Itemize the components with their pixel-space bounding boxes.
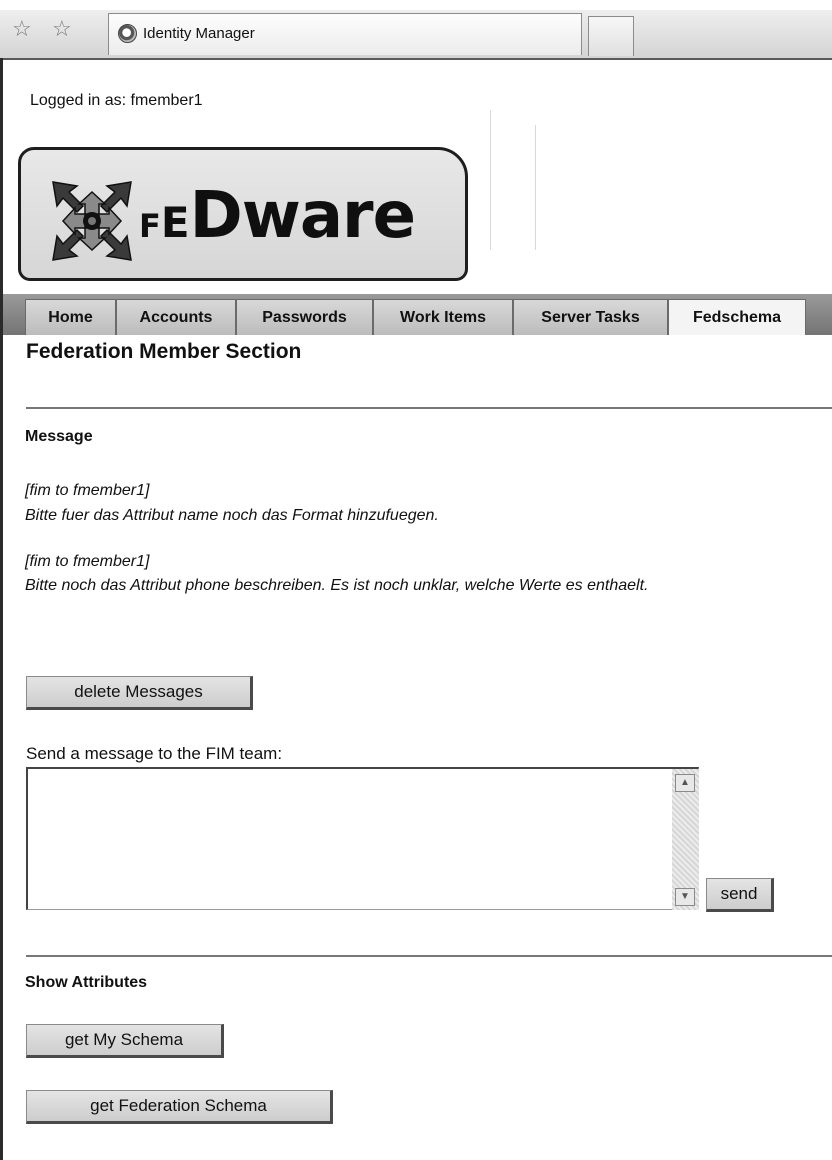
- page-title: Federation Member Section: [26, 340, 302, 363]
- logo-arrows-icon: [52, 181, 132, 261]
- tab-accounts[interactable]: Accounts: [116, 299, 236, 335]
- logged-in-text: Logged in as: fmember1: [30, 92, 203, 109]
- tab-title: Identity Manager: [143, 25, 255, 42]
- message-textarea-frame: ▲ ▼: [26, 767, 699, 910]
- message-textarea[interactable]: [28, 769, 668, 908]
- message-text: Bitte fuer das Attribut name noch das Fo…: [25, 507, 439, 524]
- tab-fedschema[interactable]: Fedschema: [668, 299, 806, 335]
- delete-messages-button[interactable]: delete Messages: [26, 676, 253, 710]
- tab-passwords[interactable]: Passwords: [236, 299, 373, 335]
- divider: [490, 110, 491, 250]
- divider: [535, 125, 536, 250]
- get-my-schema-button[interactable]: get My Schema: [26, 1024, 224, 1058]
- tab-work-items[interactable]: Work Items: [373, 299, 513, 335]
- get-federation-schema-button[interactable]: get Federation Schema: [26, 1090, 333, 1124]
- star-outline-icon[interactable]: ☆: [12, 17, 32, 42]
- scroll-down-icon[interactable]: ▼: [675, 888, 695, 906]
- browser-tab[interactable]: Identity Manager: [108, 13, 582, 55]
- logo-wordmark: FEDware: [139, 179, 416, 253]
- message-heading: Message: [25, 428, 93, 445]
- star-add-icon[interactable]: ☆: [52, 17, 72, 42]
- textarea-scrollbar[interactable]: ▲ ▼: [672, 769, 699, 910]
- message-sender: [fim to fmember1]: [25, 482, 150, 499]
- message-text: Bitte noch das Attribut phone beschreibe…: [25, 577, 649, 594]
- tab-server-tasks[interactable]: Server Tasks: [513, 299, 668, 335]
- divider: [26, 955, 832, 957]
- send-message-label: Send a message to the FIM team:: [26, 744, 283, 763]
- send-button[interactable]: send: [706, 878, 774, 912]
- window-border: [0, 58, 3, 1160]
- fedware-logo: FEDware: [18, 147, 468, 281]
- divider: [26, 407, 832, 409]
- ie-icon: [118, 24, 137, 43]
- attributes-heading: Show Attributes: [25, 974, 148, 991]
- main-nav: Home Accounts Passwords Work Items Serve…: [3, 294, 832, 335]
- scroll-up-icon[interactable]: ▲: [675, 774, 695, 792]
- new-tab-button[interactable]: [588, 16, 634, 56]
- tab-home[interactable]: Home: [25, 299, 116, 335]
- message-sender: [fim to fmember1]: [25, 553, 150, 570]
